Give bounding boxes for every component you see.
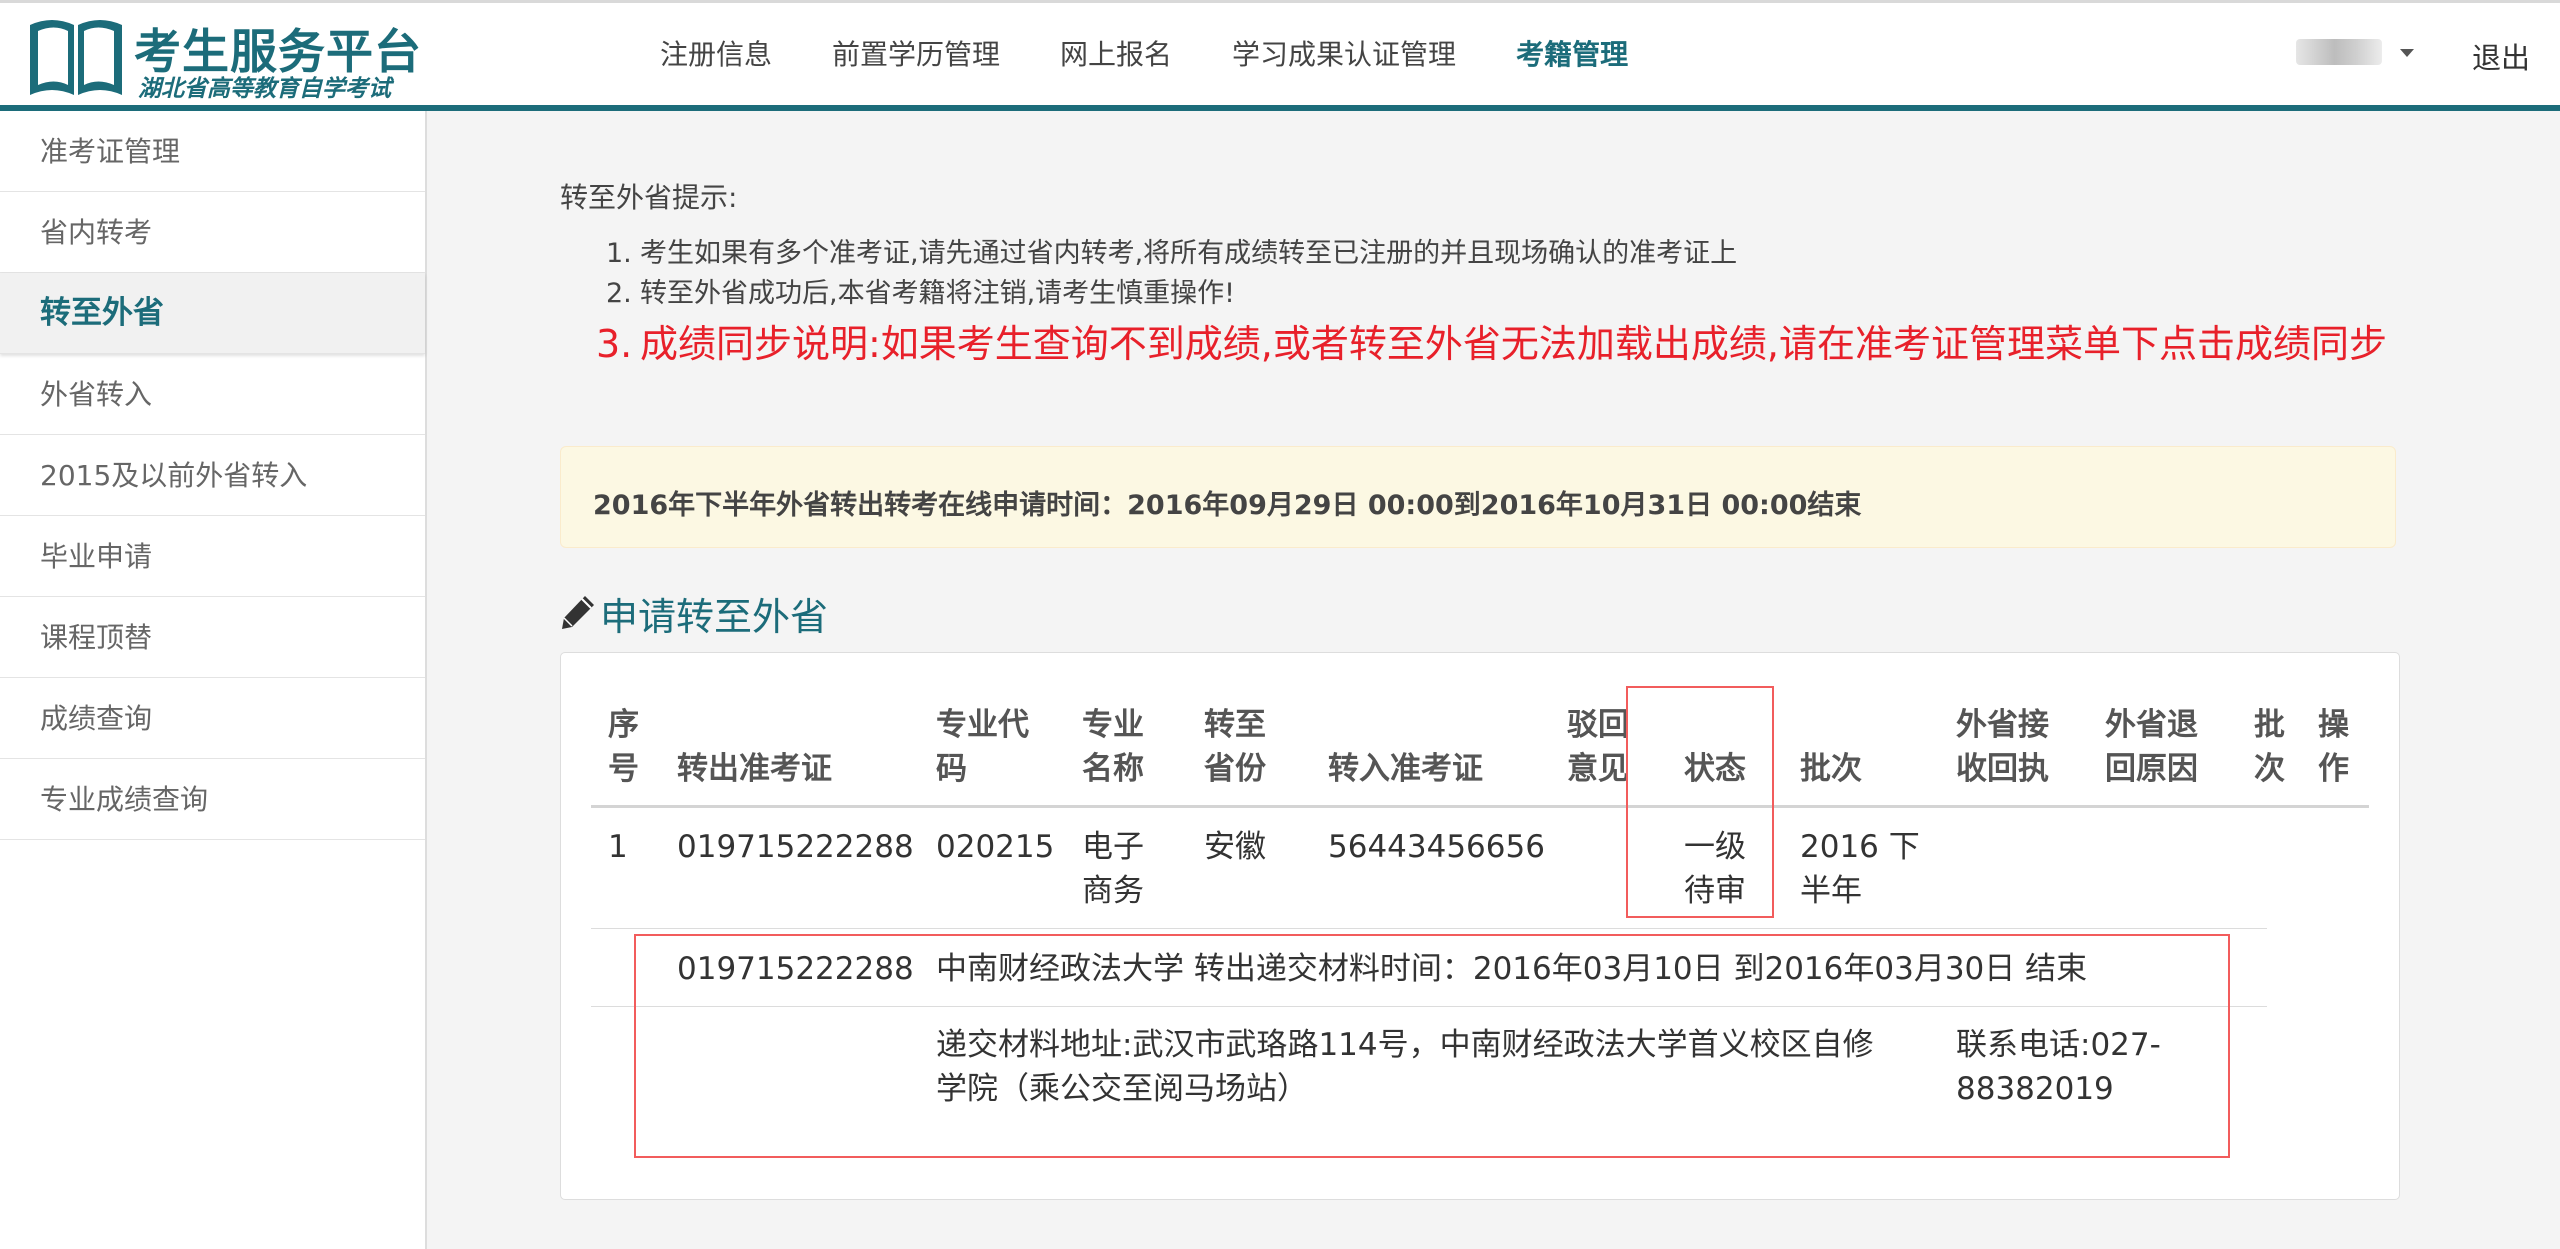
- th-seq: 序号: [608, 707, 639, 787]
- th-receipt: 外省接 收回执: [1956, 707, 2049, 787]
- sidebar-item-major-score-query[interactable]: 专业成绩查询: [0, 759, 425, 840]
- tips-list: 1. 考生如果有多个准考证,请先通过省内转考,将所有成绩转至已注册的并且现场确认的…: [606, 234, 1737, 314]
- tip-number: 3.: [596, 322, 633, 366]
- sidebar-item-course-substitution[interactable]: 课程顶替: [0, 597, 425, 678]
- sidebar-item-transfer-in-2015[interactable]: 2015及以前外省转入: [0, 435, 425, 516]
- nav-learning-certification[interactable]: 学习成果认证管理: [1232, 33, 1456, 73]
- th-action: 操作: [2318, 707, 2349, 787]
- sidebar-item-in-province-transfer[interactable]: 省内转考: [0, 192, 425, 273]
- th-out-ticket: 转出准考证: [677, 751, 832, 787]
- logo[interactable]: 考生服务平台 湖北省高等教育自学考试: [26, 11, 426, 102]
- section-title: 申请转至外省: [600, 595, 829, 639]
- sidebar-item-ticket-management[interactable]: 准考证管理: [0, 111, 425, 192]
- th-batch: 批次: [1800, 751, 1862, 787]
- cell-major-code: 020215: [936, 829, 1055, 865]
- main-nav: 注册信息 前置学历管理 网上报名 学习成果认证管理 考籍管理: [660, 33, 1688, 73]
- notice-text: 2016年下半年外省转出转考在线申请时间：2016年09月29日 00:00到2…: [593, 490, 1862, 521]
- pencil-icon: [562, 596, 594, 629]
- tip-item: 2. 转至外省成功后,本省考籍将注销,请考生慎重操作!: [606, 274, 1737, 314]
- cell-out-ticket: 019715222288: [677, 829, 914, 865]
- nav-register-info[interactable]: 注册信息: [660, 33, 772, 73]
- logo-subtitle: 湖北省高等教育自学考试: [138, 76, 391, 102]
- status-highlight-box: [1626, 686, 1774, 918]
- username-blurred: [2296, 39, 2382, 65]
- th-major-code: 专业代码: [936, 707, 1029, 787]
- row-divider: [591, 928, 2267, 929]
- user-menu[interactable]: [2296, 39, 2414, 65]
- tip-text: 考生如果有多个准考证,请先通过省内转考,将所有成绩转至已注册的并且现场确认的准考…: [640, 238, 1738, 269]
- cell-to-province: 安徽: [1204, 829, 1266, 865]
- sidebar-item-graduation[interactable]: 毕业申请: [0, 516, 425, 597]
- th-return-reason: 外省退 回原因: [2105, 707, 2198, 787]
- nav-exam-record[interactable]: 考籍管理: [1516, 33, 1628, 73]
- th-major-name: 专业 名称: [1082, 707, 1144, 787]
- tips-title: 转至外省提示:: [560, 181, 738, 214]
- header: 考生服务平台 湖北省高等教育自学考试 注册信息 前置学历管理 网上报名 学习成果…: [0, 3, 2560, 105]
- table-header-divider: [591, 805, 2369, 808]
- cell-seq: 1: [608, 829, 628, 865]
- sidebar: 准考证管理 省内转考 转至外省 外省转入 2015及以前外省转入 毕业申请 课程…: [0, 111, 427, 1249]
- sidebar-item-transfer-out[interactable]: 转至外省: [0, 273, 425, 354]
- tip-highlight-text: 成绩同步说明:如果考生查询不到成绩,或者转至外省无法加载出成绩,请在准考证管理菜…: [640, 322, 2387, 366]
- th-to-province: 转至 省份: [1204, 707, 1266, 787]
- nav-prior-education[interactable]: 前置学历管理: [832, 33, 1000, 73]
- cell-batch: 2016 下半年: [1800, 829, 1920, 909]
- tip-item: 1. 考生如果有多个准考证,请先通过省内转考,将所有成绩转至已注册的并且现场确认的…: [606, 234, 1737, 274]
- cell-in-ticket: 56443456656: [1328, 829, 1545, 865]
- detail-highlight-box: [634, 934, 2230, 1158]
- caret-down-icon: [2400, 49, 2414, 57]
- sidebar-item-score-query[interactable]: 成绩查询: [0, 678, 425, 759]
- th-batch2: 批次: [2254, 707, 2285, 787]
- tip-text: 转至外省成功后,本省考籍将注销,请考生慎重操作!: [640, 278, 1235, 309]
- th-in-ticket: 转入准考证: [1328, 751, 1483, 787]
- book-icon: [30, 20, 122, 95]
- tip-number: 1.: [606, 238, 632, 269]
- logout-link[interactable]: 退出: [2472, 35, 2530, 77]
- sidebar-item-transfer-in[interactable]: 外省转入: [0, 354, 425, 435]
- notice-box: 2016年下半年外省转出转考在线申请时间：2016年09月29日 00:00到2…: [560, 446, 2396, 548]
- nav-online-registration[interactable]: 网上报名: [1060, 33, 1172, 73]
- tip-number: 2.: [606, 278, 632, 309]
- tip-highlight: 3. 成绩同步说明:如果考生查询不到成绩,或者转至外省无法加载出成绩,请在准考证…: [596, 316, 2416, 372]
- th-reject: 驳回 意见: [1567, 707, 1629, 787]
- cell-major-name: 电子 商务: [1082, 829, 1144, 909]
